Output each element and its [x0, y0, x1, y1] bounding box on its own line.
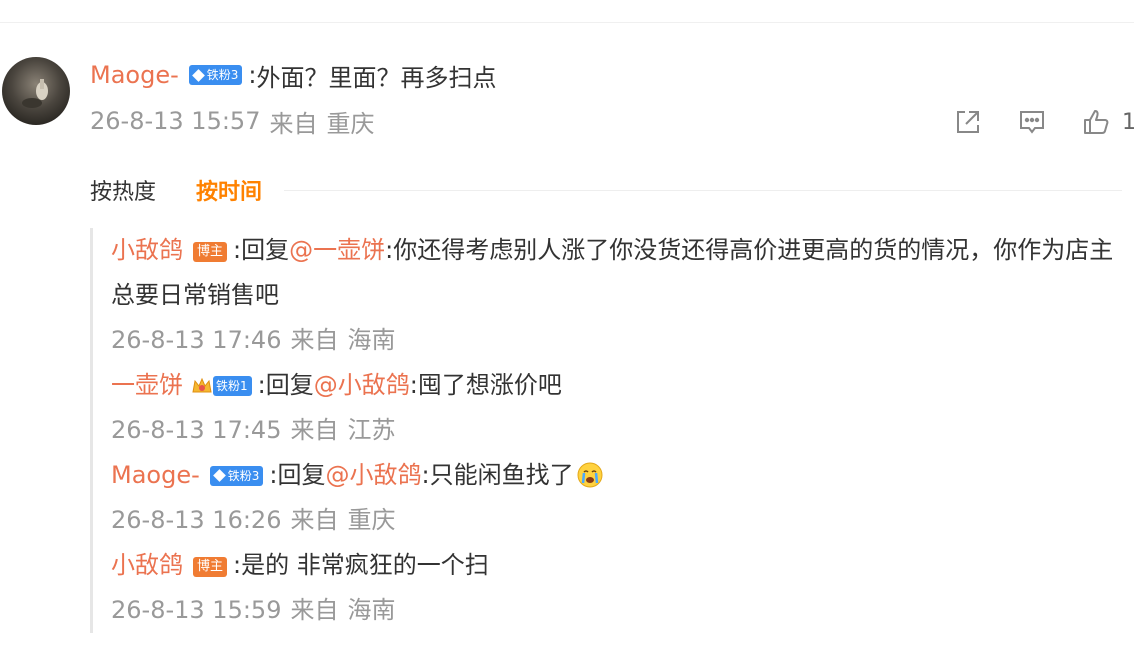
comment-username[interactable]: Maoge-	[90, 61, 179, 89]
sort-bar: 按热度 按时间	[90, 172, 1122, 208]
share-icon	[957, 111, 979, 133]
reply-content: Maoge- 铁粉3:回复@小敌鸽:只能闲鱼找了	[111, 453, 1123, 498]
top-divider	[0, 22, 1134, 23]
mention-link[interactable]: @小敌鸽	[326, 461, 422, 489]
reply-location: 海南	[347, 326, 396, 354]
diamond-icon	[191, 68, 205, 82]
comment-meta: 26-8-13 15:57 来自 重庆	[90, 101, 374, 141]
reply-meta: 26-8-13 15:59 来自 海南	[111, 588, 1123, 633]
colon: :	[421, 461, 430, 489]
reply-content: 小敌鸽 博主:回复@一壶饼:你还得考虑别人涨了你没货还得高价进更高的货的情况，你作…	[111, 228, 1123, 318]
reply-from: 来自	[290, 326, 339, 354]
fan-badge[interactable]: 铁粉3	[209, 465, 264, 486]
fan-badge-label: 铁粉3	[206, 68, 239, 82]
reply-username[interactable]: 小敌鸽	[111, 551, 183, 579]
reply-item: Maoge- 铁粉3:回复@小敌鸽:只能闲鱼找了 26-8-13 16:26 来自重…	[93, 453, 1123, 543]
host-badge[interactable]: 博主	[193, 242, 228, 262]
colon: :	[233, 236, 242, 264]
avatar[interactable]	[2, 57, 70, 125]
sort-by-heat-tab[interactable]: 按热度	[90, 174, 156, 206]
reply-text: 只能闲鱼找了	[429, 461, 574, 489]
sort-by-time-tab[interactable]: 按时间	[196, 174, 262, 206]
reply-meta: 26-8-13 17:46 来自 海南	[111, 318, 1123, 363]
reply-item: 小敌鸽 博主:回复@一壶饼:你还得考虑别人涨了你没货还得高价进更高的货的情况，你作…	[93, 228, 1123, 363]
like-button[interactable]	[1080, 106, 1112, 138]
fan-badge[interactable]: 铁粉3	[188, 65, 243, 85]
colon: :	[385, 236, 394, 264]
reply-content: 小敌鸽 博主:是的 非常疯狂的一个扫	[111, 543, 1123, 588]
like-icon	[1084, 110, 1109, 134]
reply-location: 海南	[347, 596, 396, 624]
reply-date: 26-8-13 15:59	[111, 596, 282, 624]
colon: :	[233, 551, 242, 579]
comment-from: 来自	[269, 109, 318, 138]
comment-date: 26-8-13 15:57	[90, 107, 261, 135]
reply-location: 重庆	[347, 506, 396, 534]
reply-username[interactable]: 小敌鸽	[111, 236, 183, 264]
colon: :	[409, 371, 418, 399]
reply-location: 江苏	[347, 416, 396, 444]
sort-divider	[284, 189, 1122, 191]
reply-from: 来自	[290, 416, 339, 444]
fan-badge-label: 铁粉3	[227, 468, 260, 483]
reply-date: 26-8-13 16:26	[111, 506, 282, 534]
reply-username[interactable]: Maoge-	[111, 461, 200, 489]
reply-from: 来自	[290, 596, 339, 624]
reply-prefix: 回复	[277, 461, 326, 489]
reply-text: 是的 非常疯狂的一个扫	[241, 551, 489, 579]
reply-date: 26-8-13 17:45	[111, 416, 282, 444]
mention-link[interactable]: @小敌鸽	[314, 371, 410, 399]
comment-location: 重庆	[326, 109, 375, 138]
reply-prefix: 回复	[265, 371, 314, 399]
reply-list: 小敌鸽 博主:回复@一壶饼:你还得考虑别人涨了你没货还得高价进更高的货的情况，你作…	[90, 228, 1123, 633]
reply-meta: 26-8-13 17:45 来自 江苏	[111, 408, 1123, 453]
reply-text: 囤了想涨价吧	[417, 371, 562, 399]
colon: :	[248, 61, 257, 89]
reply-date: 26-8-13 17:46	[111, 326, 282, 354]
reply-prefix: 回复	[241, 236, 290, 264]
mention-link[interactable]: @一壶饼	[289, 236, 385, 264]
host-badge[interactable]: 博主	[193, 557, 228, 577]
like-count: 1	[1122, 109, 1134, 135]
share-button[interactable]	[952, 106, 984, 138]
reply-content: 一壶饼 铁粉1:回复@小敌鸽:囤了想涨价吧	[111, 363, 1123, 408]
comment-text: 外面？里面？再多扫点	[256, 63, 497, 92]
diamond-icon	[212, 469, 226, 482]
reply-item: 一壶饼 铁粉1:回复@小敌鸽:囤了想涨价吧 26-8-13 17:45 来自 江苏	[93, 363, 1123, 453]
fan-badge[interactable]: 铁粉1	[213, 376, 252, 396]
reply-from: 来自	[290, 506, 339, 534]
crown-icon	[192, 377, 212, 393]
reply-meta: 26-8-13 16:26 来自 重庆	[111, 498, 1123, 543]
crying-emoji-icon	[577, 462, 603, 488]
comment-icon	[1020, 111, 1044, 134]
comment-line: Maoge- 铁粉3 : 外面？里面？再多扫点	[90, 55, 497, 95]
reply-username[interactable]: 一壶饼	[111, 371, 183, 399]
reply-item: 小敌鸽 博主:是的 非常疯狂的一个扫 26-8-13 15:59 来自 海南	[93, 543, 1123, 633]
colon: :	[257, 371, 266, 399]
fan-badge-label: 铁粉1	[216, 379, 248, 393]
comment-button[interactable]	[1016, 106, 1048, 138]
colon: :	[269, 461, 278, 489]
